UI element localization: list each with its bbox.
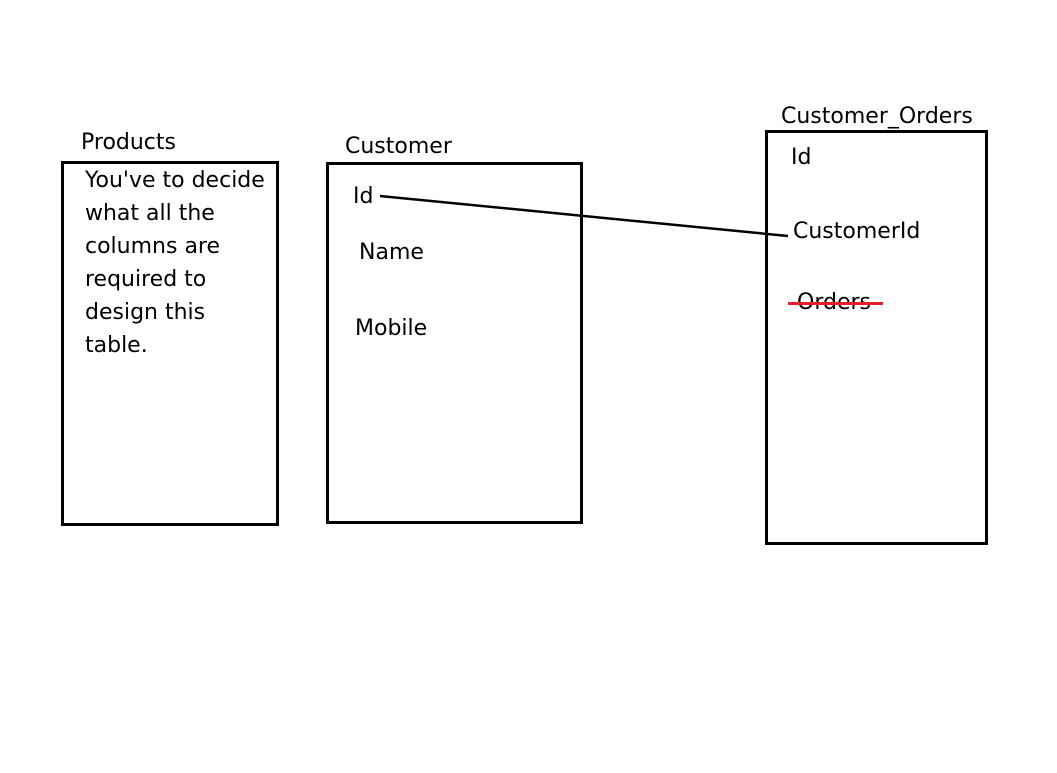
orders-strikethrough-line: [788, 302, 883, 305]
customer-table-box: [326, 162, 583, 524]
customer-orders-table-box: [765, 130, 988, 545]
customer-field-id: Id: [353, 184, 374, 209]
customer-orders-field-customerid: CustomerId: [793, 219, 921, 244]
customer-field-name: Name: [359, 240, 424, 265]
customer-table-title: Customer: [345, 134, 452, 159]
products-table-title: Products: [81, 130, 176, 155]
customer-orders-field-id: Id: [791, 145, 812, 170]
products-table-description: You've to decide what all the columns ar…: [85, 168, 265, 358]
customer-field-mobile: Mobile: [355, 316, 428, 341]
customer-orders-table-title: Customer_Orders: [781, 104, 973, 129]
